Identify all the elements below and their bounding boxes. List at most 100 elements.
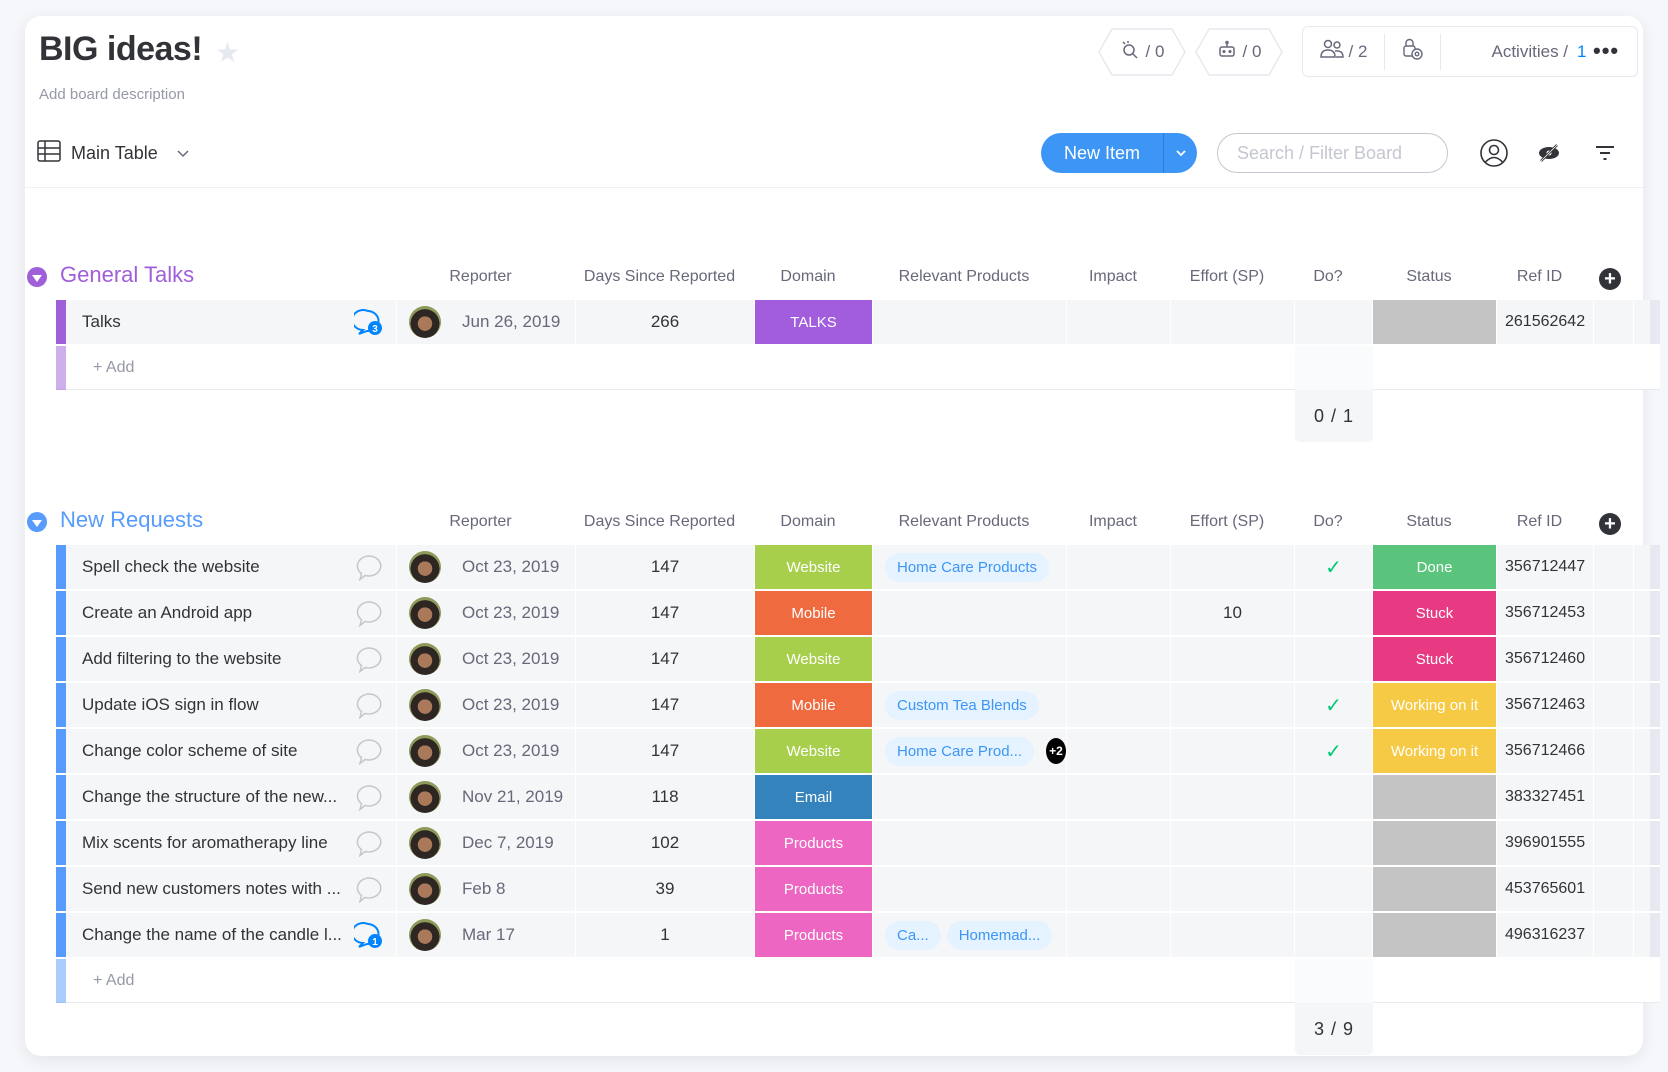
row-scrollbar[interactable] — [1650, 775, 1660, 819]
group-title[interactable]: General Talks — [60, 262, 194, 288]
column-header[interactable]: Impact — [1061, 268, 1165, 286]
favorite-star-icon[interactable]: ★ — [215, 36, 240, 69]
avatar[interactable] — [409, 781, 441, 813]
product-chip[interactable]: Homemad... — [946, 920, 1053, 950]
permissions-button[interactable] — [1385, 33, 1441, 70]
item-name-cell[interactable]: Add filtering to the website — [66, 637, 397, 681]
table-row[interactable]: Change color scheme of site Oct 23, 2019 1… — [56, 729, 1660, 775]
item-name[interactable]: Spell check the website — [82, 557, 260, 577]
impact-cell[interactable] — [1067, 591, 1171, 635]
relevant-products-cell[interactable] — [873, 637, 1067, 681]
column-header[interactable]: Reporter — [391, 513, 570, 531]
impact-cell[interactable] — [1067, 683, 1171, 727]
relevant-products-cell[interactable] — [873, 821, 1067, 865]
avatar[interactable] — [409, 919, 441, 951]
effort-cell[interactable] — [1171, 683, 1295, 727]
status-label[interactable]: Working on it — [1373, 729, 1497, 773]
avatar[interactable] — [409, 689, 441, 721]
item-name[interactable]: Create an Android app — [82, 603, 252, 623]
impact-cell[interactable] — [1067, 913, 1171, 957]
item-name[interactable]: Mix scents for aromatherapy line — [82, 833, 328, 853]
table-row[interactable]: Change the structure of the new... Nov 21… — [56, 775, 1660, 821]
column-header[interactable]: Impact — [1061, 513, 1165, 531]
status-label[interactable] — [1373, 821, 1497, 865]
more-products-badge[interactable]: +2 — [1046, 738, 1066, 764]
domain-label[interactable]: Website — [755, 729, 873, 773]
members-button[interactable]: / 2 — [1303, 33, 1385, 70]
domain-label[interactable]: Website — [755, 637, 873, 681]
reporter-cell[interactable]: Oct 23, 2019 — [397, 637, 576, 681]
integrations-button[interactable]: / 0 — [1098, 28, 1186, 76]
row-scrollbar[interactable] — [1650, 729, 1660, 773]
domain-label[interactable]: Website — [755, 545, 873, 589]
row-scrollbar[interactable] — [1650, 637, 1660, 681]
impact-cell[interactable] — [1067, 300, 1171, 344]
avatar[interactable] — [409, 597, 441, 629]
column-header[interactable]: Domain — [749, 268, 867, 286]
add-item-input[interactable]: + Add — [93, 359, 134, 377]
row-scrollbar[interactable] — [1650, 821, 1660, 865]
column-header[interactable]: Ref ID — [1491, 268, 1588, 286]
reporter-cell[interactable]: Dec 7, 2019 — [397, 821, 576, 865]
effort-cell[interactable] — [1171, 729, 1295, 773]
do-checkbox[interactable] — [1295, 591, 1373, 635]
do-checkbox[interactable] — [1295, 821, 1373, 865]
domain-label[interactable]: TALKS — [755, 300, 873, 344]
updates-icon[interactable]: 3 — [351, 308, 384, 341]
do-checkbox[interactable] — [1295, 867, 1373, 911]
table-row[interactable]: Update iOS sign in flow Oct 23, 2019 147 Mo… — [56, 683, 1660, 729]
domain-label[interactable]: Mobile — [755, 591, 873, 635]
add-item-row[interactable]: + Add — [56, 959, 1660, 1003]
domain-label[interactable]: Email — [755, 775, 873, 819]
add-column-icon[interactable]: + — [1599, 513, 1621, 535]
avatar[interactable] — [409, 735, 441, 767]
impact-cell[interactable] — [1067, 545, 1171, 589]
more-options-icon[interactable]: ••• — [1593, 38, 1619, 64]
group-collapse-icon[interactable] — [27, 512, 47, 532]
group-collapse-icon[interactable] — [27, 267, 47, 287]
relevant-products-cell[interactable] — [873, 775, 1067, 819]
add-update-icon[interactable] — [354, 875, 384, 908]
effort-cell[interactable]: 10 — [1171, 591, 1295, 635]
status-label[interactable] — [1373, 300, 1497, 344]
reporter-cell[interactable]: Oct 23, 2019 — [397, 591, 576, 635]
column-header[interactable]: Do? — [1289, 513, 1367, 531]
effort-cell[interactable] — [1171, 775, 1295, 819]
add-update-icon[interactable] — [354, 737, 384, 770]
column-header[interactable]: Relevant Products — [867, 268, 1061, 286]
reporter-cell[interactable]: Feb 8 — [397, 867, 576, 911]
status-label[interactable]: Working on it — [1373, 683, 1497, 727]
item-name-cell[interactable]: Create an Android app — [66, 591, 397, 635]
automations-button[interactable]: / 0 — [1195, 28, 1283, 76]
item-name-cell[interactable]: Send new customers notes with ... — [66, 867, 397, 911]
avatar[interactable] — [409, 643, 441, 675]
reporter-cell[interactable]: Mar 17 — [397, 913, 576, 957]
relevant-products-cell[interactable]: Custom Tea Blends — [873, 683, 1067, 727]
relevant-products-cell[interactable] — [873, 300, 1067, 344]
impact-cell[interactable] — [1067, 867, 1171, 911]
impact-cell[interactable] — [1067, 729, 1171, 773]
product-chip[interactable]: Home Care Prod... — [885, 736, 1035, 766]
status-label[interactable] — [1373, 775, 1497, 819]
table-row[interactable]: Create an Android app Oct 23, 2019 147 Mobi… — [56, 591, 1660, 637]
item-name-cell[interactable]: Change color scheme of site — [66, 729, 397, 773]
table-row[interactable]: Add filtering to the website Oct 23, 2019… — [56, 637, 1660, 683]
add-item-row[interactable]: + Add — [56, 346, 1660, 390]
avatar[interactable] — [409, 306, 441, 338]
row-scrollbar[interactable] — [1650, 683, 1660, 727]
impact-cell[interactable] — [1067, 821, 1171, 865]
item-name[interactable]: Talks — [82, 312, 121, 332]
status-label[interactable]: Stuck — [1373, 637, 1497, 681]
table-row[interactable]: Change the name of the candle l... 1 Mar 1… — [56, 913, 1660, 959]
add-column-icon[interactable]: + — [1599, 268, 1621, 290]
row-scrollbar[interactable] — [1650, 913, 1660, 957]
product-chip[interactable]: Custom Tea Blends — [885, 690, 1039, 720]
do-checkbox[interactable] — [1295, 775, 1373, 819]
table-row[interactable]: Spell check the website Oct 23, 2019 147 We… — [56, 545, 1660, 591]
status-label[interactable]: Stuck — [1373, 591, 1497, 635]
do-checkbox[interactable] — [1295, 913, 1373, 957]
add-item-input[interactable]: + Add — [93, 972, 134, 990]
column-header[interactable]: Effort (SP) — [1165, 268, 1289, 286]
reporter-cell[interactable]: Oct 23, 2019 — [397, 545, 576, 589]
person-filter-icon[interactable] — [1477, 136, 1511, 170]
